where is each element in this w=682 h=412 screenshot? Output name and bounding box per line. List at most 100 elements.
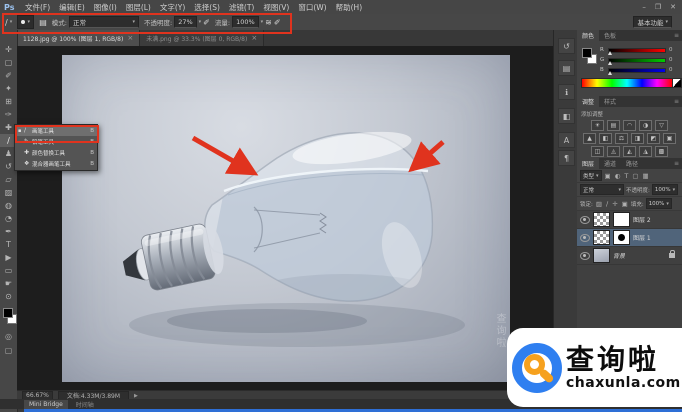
visibility-eye-icon[interactable] <box>580 234 590 242</box>
layer-blend-mode-select[interactable]: 正常 ▾ <box>580 184 624 195</box>
move-tool[interactable]: ✛ <box>0 43 17 56</box>
canvas-area[interactable]: 查询啦 <box>17 46 553 390</box>
layer-row-2[interactable]: 图层 2 <box>577 211 682 229</box>
color-balance-icon[interactable]: ◧ <box>599 133 612 144</box>
filter-type-select[interactable]: 类型 ▾ <box>580 170 602 181</box>
lock-transparency-icon[interactable]: ▨ <box>595 200 603 208</box>
filter-type-layers-icon[interactable]: T <box>623 172 629 180</box>
eraser-tool[interactable]: ▱ <box>0 173 17 186</box>
properties-panel-icon[interactable]: ▤ <box>558 60 575 76</box>
selective-color-icon[interactable]: ▩ <box>655 146 668 157</box>
posterize-icon[interactable]: ◬ <box>607 146 620 157</box>
layer-name[interactable]: 图层 1 <box>633 233 651 242</box>
close-icon[interactable]: × <box>251 34 257 42</box>
layer-thumbnail[interactable] <box>593 230 610 245</box>
character-panel-icon[interactable]: A <box>558 132 575 148</box>
layer-name[interactable]: 图层 2 <box>633 215 651 224</box>
vibrance-icon[interactable]: ▽ <box>655 120 668 131</box>
menu-image[interactable]: 图像(I) <box>89 2 121 13</box>
blue-value[interactable]: 0 <box>669 67 673 73</box>
layer-mask-thumbnail[interactable] <box>613 230 630 245</box>
visibility-eye-icon[interactable] <box>580 252 590 260</box>
gradient-map-icon[interactable]: ◮ <box>639 146 652 157</box>
timeline-tab[interactable]: 时间轴 <box>76 400 94 409</box>
lasso-tool[interactable]: ✐ <box>0 69 17 82</box>
lock-position-icon[interactable]: ✛ <box>611 200 618 208</box>
filter-adjustment-layers-icon[interactable]: ◐ <box>614 172 622 180</box>
green-slider[interactable] <box>608 58 666 63</box>
layer-thumbnail[interactable] <box>593 248 610 263</box>
lock-all-icon[interactable]: ▣ <box>621 200 629 208</box>
panel-menu-icon[interactable]: ≡ <box>674 160 682 167</box>
color-swatch-pair[interactable] <box>581 47 597 65</box>
close-icon[interactable]: × <box>127 34 133 42</box>
blue-slider[interactable] <box>608 68 666 73</box>
background-layer-row[interactable]: 背景 <box>577 247 682 265</box>
tab-paths[interactable]: 路径 <box>621 158 643 169</box>
shape-tool[interactable]: ▭ <box>0 264 17 277</box>
menu-type[interactable]: 文字(Y) <box>155 2 189 13</box>
layer-fill-input[interactable]: 100% ▾ <box>646 198 672 209</box>
flyout-item-mixer-brush-tool[interactable]: ❖ 混合器画笔工具 B <box>15 158 97 169</box>
color-spectrum-ramp[interactable] <box>581 78 673 88</box>
filter-shape-layers-icon[interactable]: ▢ <box>631 172 639 180</box>
filter-smart-objects-icon[interactable]: ▦ <box>642 172 650 180</box>
minimize-button[interactable]: – <box>642 3 646 11</box>
exposure-icon[interactable]: ◑ <box>639 120 652 131</box>
styles-panel-icon[interactable]: ◧ <box>558 108 575 124</box>
menu-layer[interactable]: 图层(L) <box>121 2 155 13</box>
menu-select[interactable]: 选择(S) <box>190 2 225 13</box>
tab-styles[interactable]: 样式 <box>599 96 621 107</box>
foreground-color-swatch[interactable] <box>3 308 13 318</box>
tab-channels[interactable]: 通道 <box>599 158 621 169</box>
threshold-icon[interactable]: ◭ <box>623 146 636 157</box>
menu-view[interactable]: 视图(V) <box>259 2 294 13</box>
red-value[interactable]: 0 <box>669 47 673 53</box>
zoom-tool[interactable]: ⊙ <box>0 290 17 303</box>
quick-mask-icon[interactable]: ◎ <box>0 330 17 342</box>
channel-mixer-icon[interactable]: ◩ <box>647 133 660 144</box>
info-panel-icon[interactable]: ℹ <box>558 84 575 100</box>
menu-edit[interactable]: 编辑(E) <box>55 2 90 13</box>
panel-menu-icon[interactable]: ≡ <box>674 98 682 105</box>
quick-select-tool[interactable]: ✦ <box>0 82 17 95</box>
layer-name[interactable]: 背景 <box>613 251 625 260</box>
status-flyout-arrow-icon[interactable]: ▶ <box>134 393 138 399</box>
gradient-tool[interactable]: ▨ <box>0 186 17 199</box>
path-select-tool[interactable]: ▶ <box>0 251 17 264</box>
screen-mode-icon[interactable]: ▢ <box>0 344 17 356</box>
layer-mask-thumbnail[interactable] <box>613 212 630 227</box>
type-tool[interactable]: T <box>0 238 17 251</box>
layer-opacity-input[interactable]: 100% ▾ <box>652 184 678 195</box>
panel-menu-icon[interactable]: ≡ <box>674 32 682 39</box>
color-lookup-icon[interactable]: ▣ <box>663 133 676 144</box>
menu-help[interactable]: 帮助(H) <box>331 2 367 13</box>
close-button[interactable]: ✕ <box>670 3 676 11</box>
slider-handle[interactable] <box>608 51 612 55</box>
hand-tool[interactable]: ☛ <box>0 277 17 290</box>
invert-icon[interactable]: ◫ <box>591 146 604 157</box>
marquee-tool[interactable]: ▢ <box>0 56 17 69</box>
lock-pixels-icon[interactable]: ∕ <box>605 200 609 208</box>
eyedropper-tool[interactable]: ✑ <box>0 108 17 121</box>
foreground-background-swatches[interactable] <box>2 308 16 324</box>
photo-filter-icon[interactable]: ◨ <box>631 133 644 144</box>
history-panel-icon[interactable]: ↺ <box>558 38 575 54</box>
tab-swatches[interactable]: 色板 <box>599 30 621 41</box>
layer-row-1[interactable]: 图层 1 <box>577 229 682 247</box>
document-image[interactable]: 查询啦 <box>62 55 510 382</box>
curves-icon[interactable]: ◠ <box>623 120 636 131</box>
blur-tool[interactable]: ◍ <box>0 199 17 212</box>
tab-adjustments[interactable]: 调整 <box>577 96 599 107</box>
tab-color[interactable]: 颜色 <box>577 30 599 41</box>
green-value[interactable]: 0 <box>669 57 673 63</box>
red-slider[interactable] <box>608 48 666 53</box>
foreground-color-swatch[interactable] <box>582 48 592 58</box>
restore-button[interactable]: ❐ <box>655 3 661 11</box>
menu-filter[interactable]: 滤镜(T) <box>224 2 258 13</box>
slider-handle[interactable] <box>608 71 612 75</box>
workspace-switcher[interactable]: 基本功能 ▾ <box>633 16 672 28</box>
mini-bridge-tab[interactable]: Mini Bridge <box>24 400 68 409</box>
slider-handle[interactable] <box>608 61 612 65</box>
menu-window[interactable]: 窗口(W) <box>294 2 331 13</box>
